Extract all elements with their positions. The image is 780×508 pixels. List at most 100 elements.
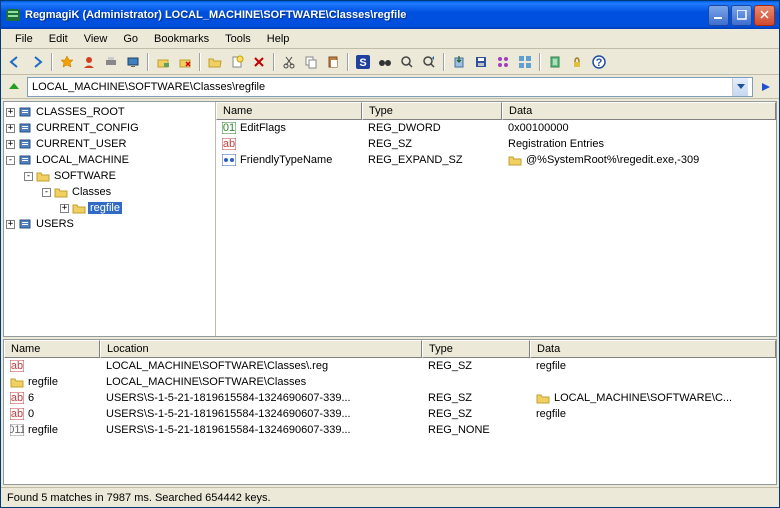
result-row[interactable]: abLOCAL_MACHINE\SOFTWARE\Classes\.regREG…: [4, 358, 776, 374]
go-button[interactable]: [757, 78, 775, 96]
search-button[interactable]: S: [353, 52, 373, 72]
up-button[interactable]: [5, 78, 23, 96]
title-bar: RegmagiK (Administrator) LOCAL_MACHINE\S…: [1, 1, 779, 29]
menu-file[interactable]: File: [7, 31, 41, 47]
list-row[interactable]: FriendlyTypeNameREG_EXPAND_SZ @%SystemRo…: [216, 152, 776, 168]
import-icon[interactable]: [449, 52, 469, 72]
list-row[interactable]: 01EditFlagsREG_DWORD0x00100000: [216, 120, 776, 136]
repeat-search-icon[interactable]: [419, 52, 439, 72]
result-row[interactable]: ab6USERS\S-1-5-21-1819615584-1324690607-…: [4, 390, 776, 406]
menu-bar: File Edit View Go Bookmarks Tools Help: [1, 29, 779, 49]
forward-button[interactable]: [27, 52, 47, 72]
delete-icon[interactable]: [249, 52, 269, 72]
star-icon[interactable]: [57, 52, 77, 72]
menu-bookmarks[interactable]: Bookmarks: [146, 31, 217, 47]
menu-go[interactable]: Go: [115, 31, 146, 47]
close-button[interactable]: [754, 5, 775, 26]
value-icon: 01: [222, 122, 236, 134]
result-type: REG_SZ: [422, 392, 530, 404]
maximize-button[interactable]: [731, 5, 752, 26]
help-icon[interactable]: ?: [589, 52, 609, 72]
tree-node[interactable]: -LOCAL_MACHINE: [6, 152, 213, 168]
tree-label: CURRENT_USER: [34, 138, 128, 150]
result-location: USERS\S-1-5-21-1819615584-1324690607-339…: [100, 408, 422, 420]
binoculars-icon[interactable]: [375, 52, 395, 72]
svg-text:ab: ab: [223, 138, 235, 150]
address-text: LOCAL_MACHINE\SOFTWARE\Classes\regfile: [32, 81, 732, 93]
svg-text:011: 011: [10, 424, 24, 436]
hive-icon: [18, 217, 32, 231]
address-dropdown[interactable]: [732, 78, 748, 96]
result-data: regfile: [530, 408, 776, 420]
col-data[interactable]: Data: [502, 102, 776, 120]
filter-icon[interactable]: [545, 52, 565, 72]
expand-toggle[interactable]: +: [6, 140, 15, 149]
result-row[interactable]: ab0USERS\S-1-5-21-1819615584-1324690607-…: [4, 406, 776, 422]
address-field[interactable]: LOCAL_MACHINE\SOFTWARE\Classes\regfile: [27, 77, 753, 97]
result-row[interactable]: 011regfileUSERS\S-1-5-21-1819615584-1324…: [4, 422, 776, 438]
col-name[interactable]: Name: [216, 102, 362, 120]
expand-toggle[interactable]: -: [24, 172, 33, 181]
open-folder-icon[interactable]: [205, 52, 225, 72]
tree-node[interactable]: +CURRENT_CONFIG: [6, 120, 213, 136]
menu-edit[interactable]: Edit: [41, 31, 76, 47]
menu-help[interactable]: Help: [259, 31, 298, 47]
result-row[interactable]: regfileLOCAL_MACHINE\SOFTWARE\Classes: [4, 374, 776, 390]
expand-toggle[interactable]: +: [6, 108, 15, 117]
magnify-icon[interactable]: [397, 52, 417, 72]
result-icon: ab: [10, 392, 24, 404]
tree-label: CLASSES_ROOT: [34, 106, 127, 118]
rcol-type[interactable]: Type: [422, 340, 530, 358]
copy-icon[interactable]: [301, 52, 321, 72]
user-icon[interactable]: [79, 52, 99, 72]
expand-toggle[interactable]: +: [60, 204, 69, 213]
printer-icon[interactable]: [101, 52, 121, 72]
value-data: 0x00100000: [502, 122, 776, 134]
result-location: LOCAL_MACHINE\SOFTWARE\Classes\.reg: [100, 360, 422, 372]
svg-text:ab: ab: [11, 360, 23, 372]
tree-node[interactable]: -SOFTWARE: [6, 168, 213, 184]
results-body[interactable]: ab LOCAL_MACHINE\SOFTWARE\Classes\.reg REG…: [4, 358, 776, 484]
toolbar: S ?: [1, 49, 779, 75]
tree-node[interactable]: +USERS: [6, 216, 213, 232]
value-name: EditFlags: [240, 122, 286, 134]
key-icon: [54, 186, 68, 198]
key-icon: [72, 202, 86, 214]
list-row[interactable]: abREG_SZRegistration Entries: [216, 136, 776, 152]
key-icon: [36, 170, 50, 182]
tree-node[interactable]: -Classes: [6, 184, 213, 200]
network-folder-icon[interactable]: [153, 52, 173, 72]
results-header: Name Location Type Data: [4, 340, 776, 358]
tree-node[interactable]: + CURRENT_USER: [6, 136, 213, 152]
registry-tree[interactable]: +CLASSES_ROOT+CURRENT_CONFIG+CURRENT_USE…: [4, 102, 216, 336]
menu-view[interactable]: View: [76, 31, 116, 47]
monitor-icon[interactable]: [123, 52, 143, 72]
rcol-location[interactable]: Location: [100, 340, 422, 358]
minimize-button[interactable]: [708, 5, 729, 26]
tree-node[interactable]: +regfile: [6, 200, 213, 216]
expand-toggle[interactable]: -: [42, 188, 51, 197]
paste-icon[interactable]: [323, 52, 343, 72]
list-body[interactable]: 01EditFlagsREG_DWORD0x00100000abREG_SZRe…: [216, 120, 776, 336]
rcol-name[interactable]: Name: [4, 340, 100, 358]
value-list: Name Type Data 01EditFlagsREG_DWORD0x001…: [216, 102, 776, 336]
expand-toggle[interactable]: +: [6, 220, 15, 229]
expand-toggle[interactable]: -: [6, 156, 15, 165]
back-button[interactable]: [5, 52, 25, 72]
disconnect-icon[interactable]: [175, 52, 195, 72]
tree-node[interactable]: + CLASSES_ROOT: [6, 104, 213, 120]
menu-tools[interactable]: Tools: [217, 31, 259, 47]
lock-icon[interactable]: [567, 52, 587, 72]
rcol-data[interactable]: Data: [530, 340, 776, 358]
col-type[interactable]: Type: [362, 102, 502, 120]
expand-toggle[interactable]: +: [6, 124, 15, 133]
value-type: REG_SZ: [362, 138, 502, 150]
address-bar: LOCAL_MACHINE\SOFTWARE\Classes\regfile: [1, 75, 779, 99]
cut-icon[interactable]: [279, 52, 299, 72]
snapshot-icon[interactable]: [493, 52, 513, 72]
save-icon[interactable]: [471, 52, 491, 72]
status-text: Found 5 matches in 7987 ms. Searched 654…: [7, 492, 271, 504]
new-doc-icon[interactable]: [227, 52, 247, 72]
icon-view-icon[interactable]: [515, 52, 535, 72]
result-icon: [10, 376, 24, 388]
